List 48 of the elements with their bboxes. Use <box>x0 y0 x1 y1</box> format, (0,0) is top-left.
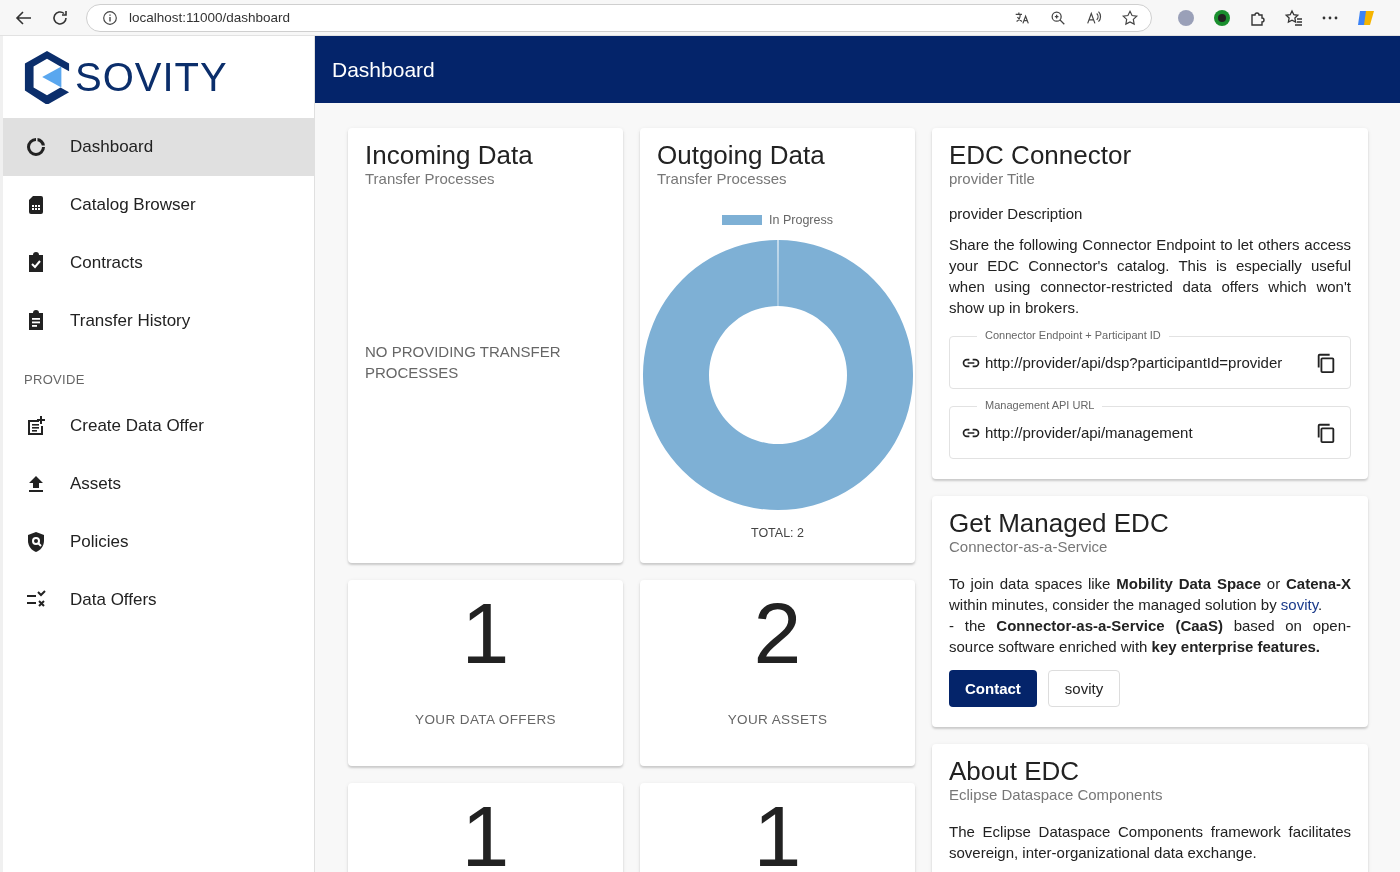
card-title: Outgoing Data <box>657 140 826 170</box>
nav-item[interactable]: Data Offers <box>3 571 314 629</box>
logo-text: SOVITY <box>75 54 228 100</box>
info-icon[interactable] <box>101 8 119 27</box>
stat-value: 1 <box>461 590 510 676</box>
star-icon[interactable] <box>1121 8 1139 27</box>
card-subtitle: Transfer Processes <box>365 170 496 187</box>
stat-value: 1 <box>461 793 510 872</box>
link-button[interactable]: sovity <box>1047 670 1121 707</box>
hexagon-logo-icon <box>23 50 71 104</box>
nav-item[interactable]: Transfer History <box>3 292 314 350</box>
card-subtitle: Transfer Processes <box>657 170 788 187</box>
paragraph: The Eclipse Dataspace Components framework facilitates sovereign, inter-organizational data exchange. <box>949 822 1351 863</box>
empty-message: NO PROVIDING TRANSFER PROCESSES <box>365 342 562 383</box>
section-heading: PROVIDE <box>23 371 86 389</box>
card-subtitle: provider Title <box>949 170 1036 187</box>
card-subtitle: Eclipse Dataspace Components <box>949 786 1164 803</box>
stat-value: 1 <box>753 793 802 872</box>
stat-label: YOUR DATA OFFERS <box>415 712 556 727</box>
extension-icon[interactable] <box>1212 7 1232 28</box>
copy-icon[interactable] <box>1315 421 1337 444</box>
nav-item[interactable]: Dashboard <box>3 118 314 176</box>
card-title: About EDC <box>949 756 1081 786</box>
address-bar[interactable]: localhost:11000/dashboard <box>86 3 1152 32</box>
nav-item[interactable]: Policies <box>3 513 314 571</box>
url-text: localhost:11000/dashboard <box>129 10 291 25</box>
card-title: Incoming Data <box>365 140 534 170</box>
total-label: TOTAL: 2 <box>750 526 805 540</box>
contact-button[interactable]: Contact <box>949 670 1037 707</box>
stat-label: YOUR ASSETS <box>727 712 828 727</box>
url-field[interactable]: Management API URL http://provider/api/management <box>949 398 1351 459</box>
stat-value: 2 <box>753 590 802 676</box>
nav-item[interactable]: Create Data Offer <box>3 397 314 455</box>
card-title: EDC Connector <box>949 140 1133 170</box>
card-subtitle: Connector-as-a-Service <box>949 538 1109 555</box>
sovity-link[interactable]: sovity <box>1280 596 1319 613</box>
description-text: provider Description <box>949 205 1084 222</box>
legend-label: In Progress <box>769 213 833 227</box>
paragraph: To join data spaces like Mobility Data Space or Catena-X within minutes, consider the managed solution by sovity. - the Connector-as-a-Service (CaaS) based on open-source software enriched with key enterprise features. <box>949 574 1351 657</box>
nav-item[interactable]: Catalog Browser <box>3 176 314 234</box>
copy-icon[interactable] <box>1315 351 1337 374</box>
nav-item[interactable]: Assets <box>3 455 314 513</box>
url-field[interactable]: Connector Endpoint + Participant ID http://provider/api/dsp?participantId=provider <box>949 328 1351 389</box>
nav-item[interactable]: Contracts <box>3 234 314 292</box>
donut-icon <box>24 135 48 159</box>
paragraph: Share the following Connector Endpoint to let others access your EDC Connector's catalog. This is especially useful when using connector-restricted data offers which won't show up in brokers. <box>949 235 1351 318</box>
card-title: Get Managed EDC <box>949 508 1170 538</box>
page-title: Dashboard <box>332 57 435 82</box>
